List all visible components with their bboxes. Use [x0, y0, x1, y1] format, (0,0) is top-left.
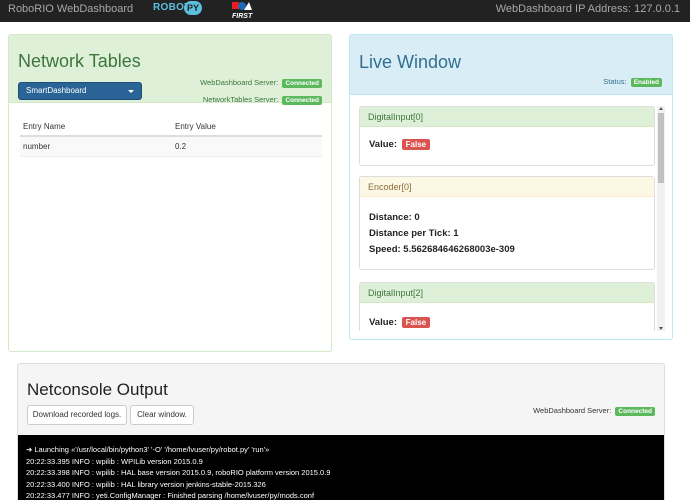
widgets-scrollbar[interactable]	[657, 106, 665, 331]
status-label: Status:	[603, 77, 627, 86]
status-badge: Connected	[282, 95, 322, 105]
network-tables-panel: Network Tables SmartDashboard WebDashboa…	[8, 34, 332, 352]
table-select-label: SmartDashboard	[26, 86, 87, 95]
robotpy-logo: ROBOT PY	[153, 0, 202, 16]
value-label: Value:	[369, 317, 397, 328]
widget-encoder-0: Encoder[0] Distance: 0 Distance per Tick…	[359, 176, 655, 270]
webdashboard-server-status: WebDashboard Server: Connected	[200, 78, 322, 88]
netconsole-title: Netconsole Output	[27, 380, 168, 399]
console-line: ➜ Launching «'/usr/local/bin/python3' '-…	[26, 445, 270, 454]
table-select-dropdown[interactable]: SmartDashboard	[18, 82, 142, 100]
status-badge: Connected	[615, 406, 655, 416]
encoder-speed: Speed: 5.562684646268003e-309	[369, 244, 515, 255]
console-line: 20:22:33.477 INFO : yeti.ConfigManager :…	[26, 491, 315, 500]
widget-title: DigitalInput[0]	[360, 107, 654, 127]
live-window-heading: Live Window Status: Enabled	[350, 35, 672, 95]
value-badge: False	[401, 139, 431, 150]
widget-title: Encoder[0]	[360, 177, 654, 197]
status-badge: Enabled	[630, 77, 662, 87]
clear-window-button[interactable]: Clear window.	[130, 405, 194, 425]
widget-digitalinput-2: DigitalInput[2] Value: False	[359, 282, 655, 331]
live-window-status: Status: Enabled	[603, 77, 662, 87]
table-row[interactable]: number 0.2	[20, 137, 322, 157]
value-badge: False	[401, 317, 431, 328]
encoder-distance: Distance: 0	[369, 212, 420, 223]
network-tables-title: Network Tables	[18, 51, 141, 71]
live-window-title: Live Window	[359, 52, 462, 72]
console-line: 20:22:33.398 INFO : wpilib : HAL base ve…	[26, 468, 331, 477]
netconsole-panel: Netconsole Output Download recorded logs…	[17, 363, 665, 500]
column-header-value: Entry Value	[175, 122, 216, 131]
networktables-server-status: NetworkTables Server: Connected	[203, 95, 322, 105]
entry-name: number	[23, 142, 51, 151]
app-brand[interactable]: RoboRIO WebDashboard	[8, 3, 133, 15]
caret-down-icon	[128, 90, 134, 93]
column-header-name: Entry Name	[23, 122, 66, 131]
table-header: Entry Name Entry Value	[20, 117, 322, 137]
widget-digitalinput-0: DigitalInput[0] Value: False	[359, 106, 655, 166]
widget-title: DigitalInput[2]	[360, 283, 654, 303]
console-line: 20:22:33.395 INFO : wpilib : WPILib vers…	[26, 456, 203, 466]
entry-value: 0.2	[175, 142, 187, 151]
networktables-server-label: NetworkTables Server:	[202, 95, 279, 104]
first-logo-icon	[232, 2, 252, 10]
value-label: Value:	[369, 139, 397, 150]
console-output[interactable]: ➜ Launching «'/usr/local/bin/python3' '-…	[18, 435, 664, 500]
netconsole-server-status: WebDashboard Server: Connected	[533, 406, 655, 416]
entries-table: Entry Name Entry Value number 0.2	[20, 117, 322, 157]
top-navbar: RoboRIO WebDashboard ROBOT PY FIRST WebD…	[0, 0, 690, 22]
scroll-down-icon[interactable]	[659, 327, 663, 330]
download-logs-button[interactable]: Download recorded logs.	[27, 405, 127, 425]
server-label: WebDashboard Server:	[533, 406, 612, 415]
widget-value-line: Value: False	[369, 139, 431, 150]
status-badge: Connected	[282, 78, 322, 88]
first-logo: FIRST	[230, 0, 254, 22]
live-window-widgets[interactable]: DigitalInput[0] Value: False Encoder[0] …	[359, 106, 655, 331]
encoder-distance-per-tick: Distance per Tick: 1	[369, 228, 459, 239]
ip-address: WebDashboard IP Address: 127.0.0.1	[495, 3, 680, 15]
webdashboard-server-label: WebDashboard Server:	[200, 78, 279, 87]
first-logo-text: FIRST	[232, 13, 253, 20]
network-tables-heading: Network Tables SmartDashboard WebDashboa…	[9, 35, 331, 105]
console-line: 20:22:33.400 INFO : wpilib : HAL library…	[26, 479, 266, 489]
scrollbar-thumb[interactable]	[658, 113, 664, 183]
widget-value-line: Value: False	[369, 317, 431, 328]
robotpy-logo-py: PY	[184, 1, 202, 15]
live-window-panel: Live Window Status: Enabled DigitalInput…	[349, 34, 673, 340]
scroll-up-icon[interactable]	[659, 107, 663, 110]
